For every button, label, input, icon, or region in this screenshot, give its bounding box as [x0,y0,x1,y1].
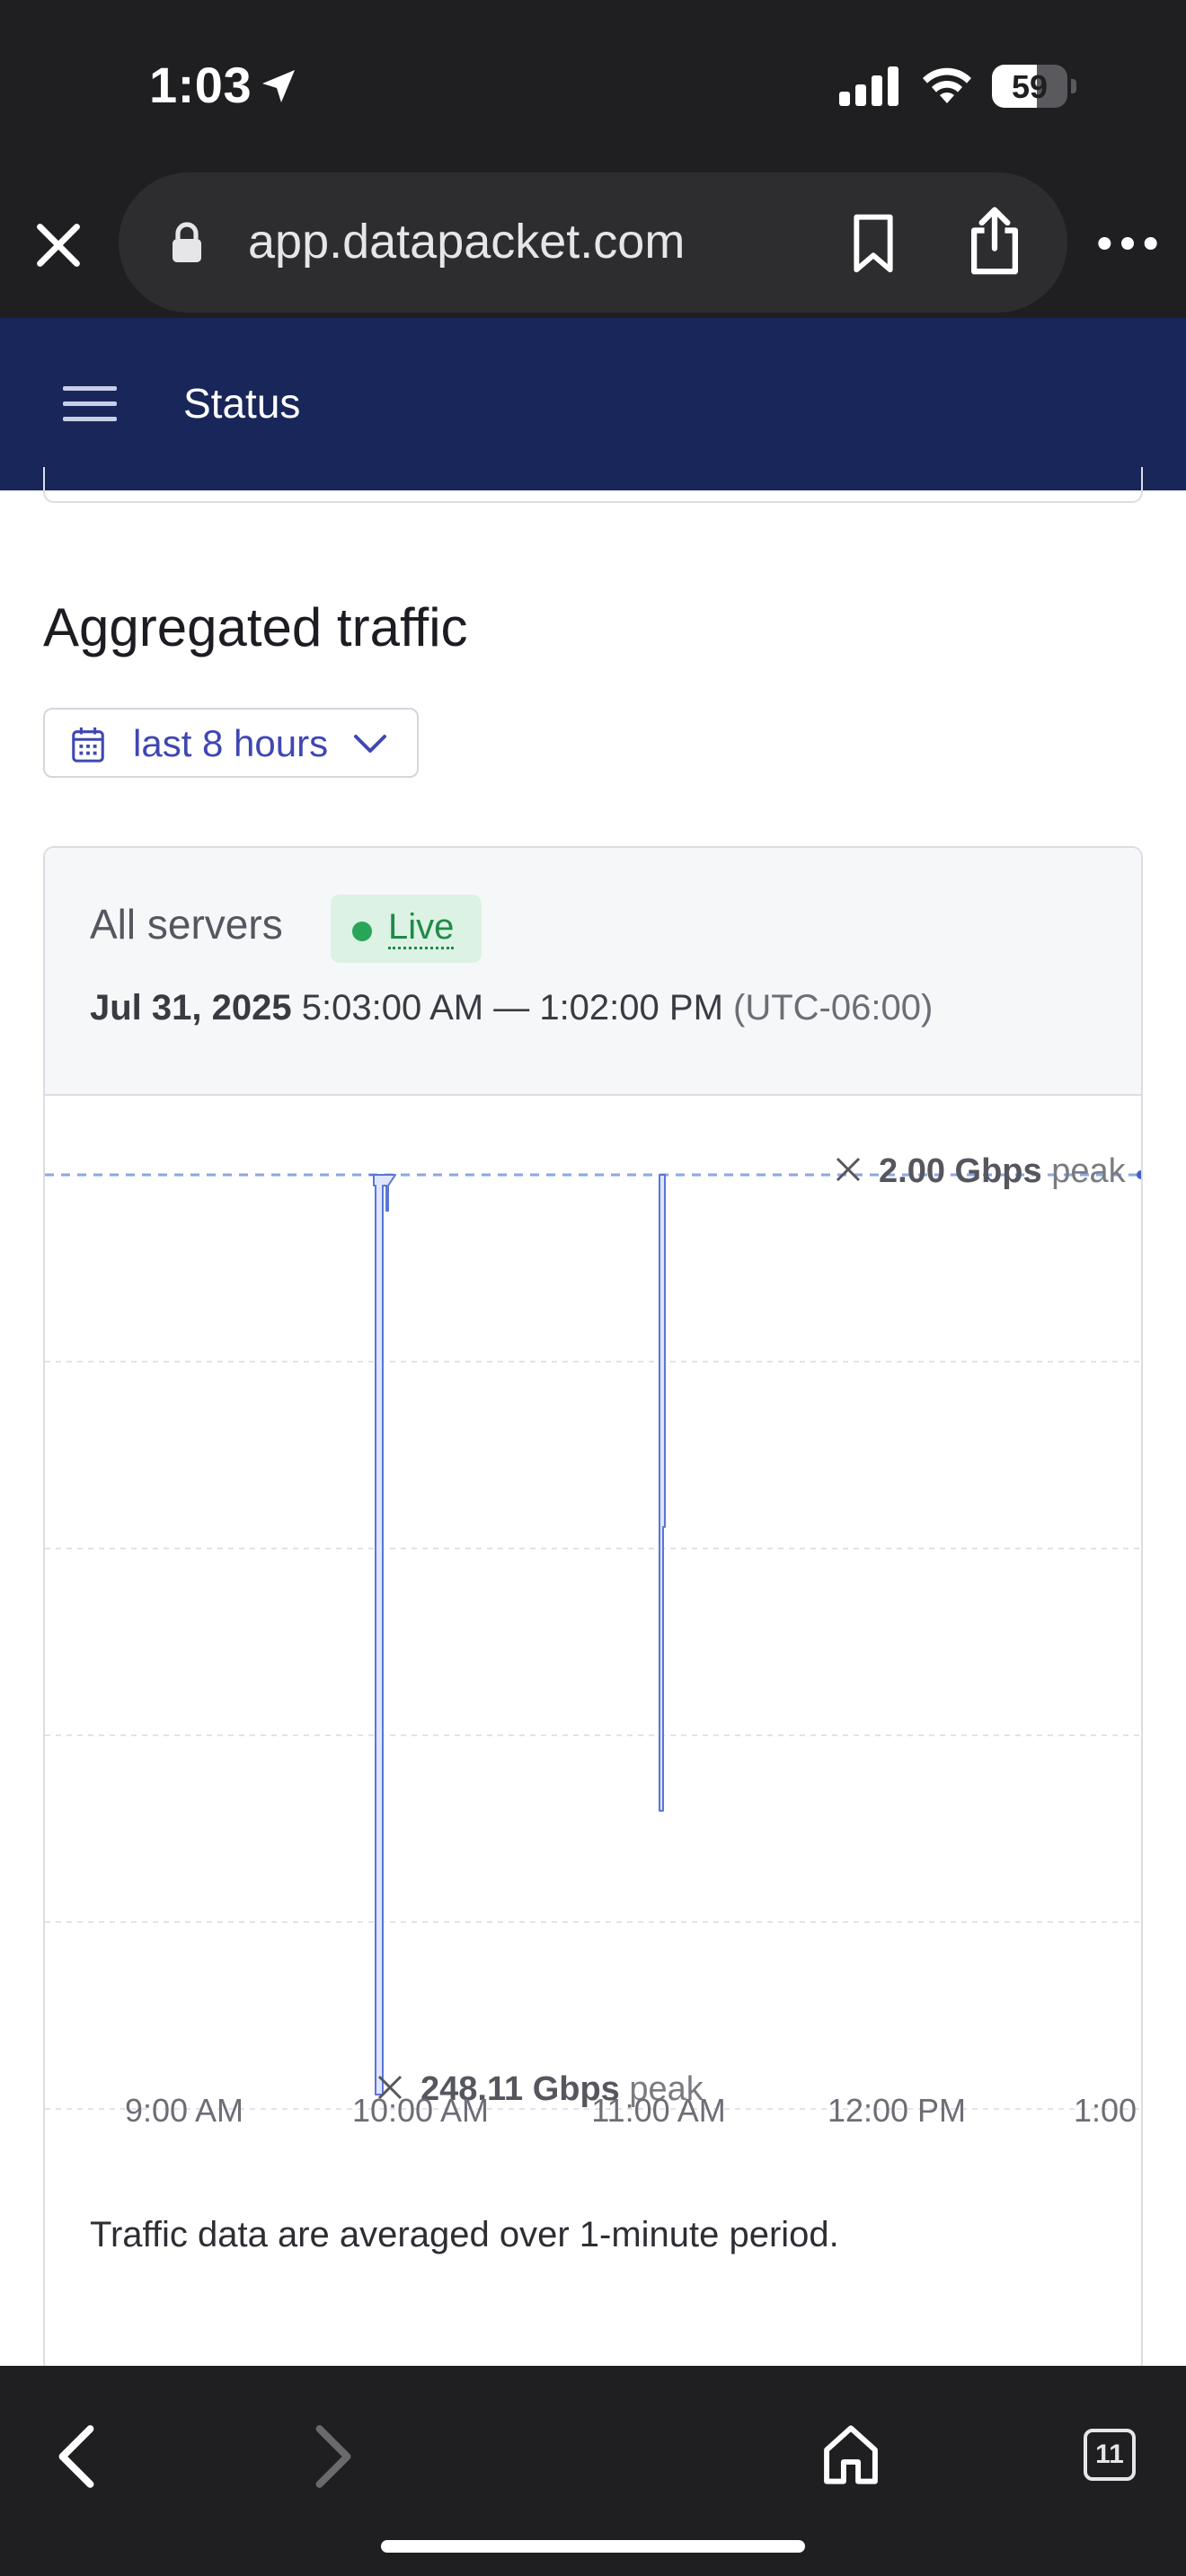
app-header: Status [0,318,1186,490]
wifi-icon [923,67,971,103]
share-icon[interactable] [963,205,1026,277]
range-label: last 8 hours [133,722,329,764]
x-axis-tick-label: 10:00 AM [352,2092,489,2129]
previous-card-edge [43,467,1143,503]
peak-marker-icon [836,1157,861,1182]
card-header: All servers Live Jul 31, 2025 5:03:00 AM… [45,848,1141,1096]
traffic-chart: 2.00 Gbps peak 248.11 Gbps peak 9:00 AM 10… [45,1096,1141,2147]
range-date: Jul 31, 2025 [90,988,292,1028]
card-title: All servers [90,901,283,948]
traffic-card: All servers Live Jul 31, 2025 5:03:00 AM… [43,846,1143,2373]
x-axis-tick-label: 1:00 [1074,2092,1137,2129]
url-text: app.datapacket.com [248,215,686,269]
section-title: Aggregated traffic [43,597,468,657]
close-icon[interactable] [27,214,90,277]
back-arrow-icon[interactable] [54,2423,99,2490]
status-time: 1:03 [149,57,252,113]
live-point-marker [1137,1170,1141,1179]
lock-icon [173,222,201,262]
home-indicator [381,2540,805,2553]
traffic-spike [369,1174,396,2095]
browser-chrome: 1:03 59 app.datapacket.com [0,0,1186,318]
battery-indicator: 59 [992,65,1076,108]
address-bar[interactable]: app.datapacket.com [119,172,1067,313]
forward-arrow-icon[interactable] [311,2423,356,2490]
location-arrow-icon [262,70,295,102]
chart-footnote: Traffic data are averaged over 1-minute … [90,2215,839,2254]
page-title: Status [183,380,301,427]
cellular-signal-icon [839,66,898,106]
x-axis-tick-label: 12:00 PM [828,2092,966,2129]
traffic-chart-svg: 2.00 Gbps peak248.11 Gbps peak 9:00 AM 10… [45,1152,1141,2129]
time-range-select[interactable]: last 8 hours [43,708,419,778]
range-timezone: (UTC-06:00) [733,988,934,1028]
more-options-icon[interactable] [1096,230,1159,257]
x-axis-tick-label: 11:00 AM [591,2092,725,2129]
calendar-icon [72,727,104,763]
battery-percent: 59 [1011,68,1049,105]
x-axis-tick-label: 9:00 AM [125,2092,243,2129]
menu-icon[interactable] [63,386,117,422]
tabs-button[interactable]: 11 [1084,2429,1136,2481]
traffic-spike [659,1174,666,1812]
chevron-down-icon [354,735,386,753]
live-badge[interactable]: Live [331,895,482,963]
bookmark-icon[interactable] [845,212,902,275]
range-times: 5:03:00 AM — 1:02:00 PM [301,988,723,1028]
live-label: Live [388,907,455,949]
home-icon[interactable] [821,2423,881,2486]
live-dot-icon [352,922,372,941]
peak-marker-cross [836,1157,861,1182]
tabs-count: 11 [1095,2439,1124,2469]
peak-max-label: 2.00 Gbps peak [879,1152,1127,1190]
card-date-range: Jul 31, 2025 5:03:00 AM — 1:02:00 PM (UT… [90,988,933,1028]
